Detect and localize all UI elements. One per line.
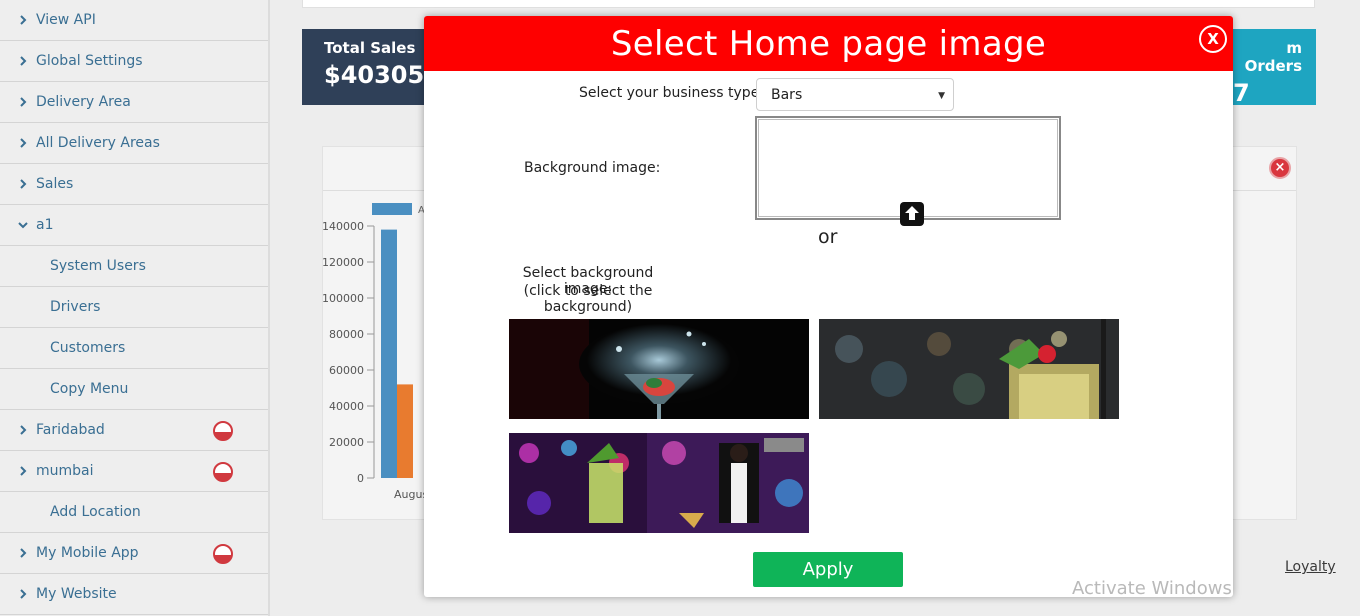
sidebar-item[interactable]: All Delivery Areas xyxy=(0,123,268,164)
chevron-right-icon xyxy=(18,589,28,599)
bar-series-2 xyxy=(397,384,413,478)
sidebar-item-label: Global Settings xyxy=(36,53,143,69)
select-background-hint: (click to select the background) xyxy=(523,283,653,315)
sidebar: View API Global Settings Delivery Area All … xyxy=(0,0,270,616)
chevron-right-icon xyxy=(18,466,28,476)
sidebar-item[interactable]: Copy Menu xyxy=(0,369,268,410)
business-type-value: Bars xyxy=(771,87,803,103)
modal-title: Select Home page image xyxy=(610,23,1047,64)
total-sales-value: $40305.1 xyxy=(324,61,451,89)
sidebar-item-label: System Users xyxy=(50,258,146,274)
sidebar-item[interactable]: mumbai xyxy=(0,451,268,492)
modal-close-button[interactable]: X xyxy=(1199,25,1227,53)
sidebar-item[interactable]: My Mobile App xyxy=(0,533,268,574)
sidebar-item[interactable]: a1 xyxy=(0,205,268,246)
background-thumbnail-splash[interactable] xyxy=(509,319,809,419)
y-tick-label: 60000 xyxy=(329,364,364,377)
legend-swatch xyxy=(372,203,412,215)
background-thumbnail-mojito[interactable] xyxy=(819,319,1119,419)
status-circle-icon xyxy=(212,461,234,483)
y-tick-label: 140000 xyxy=(322,220,364,233)
chevron-right-icon xyxy=(18,179,28,189)
sidebar-item-label: Customers xyxy=(50,340,126,356)
activate-windows-watermark: Activate Windows xyxy=(1072,578,1232,599)
bar-series-1 xyxy=(381,229,397,478)
top-card xyxy=(302,0,1315,8)
panel-close-icon[interactable]: × xyxy=(1269,157,1291,179)
upload-arrow-icon[interactable] xyxy=(900,202,924,226)
chevron-down-icon xyxy=(18,220,28,230)
modal-header: Select Home page image X xyxy=(424,16,1233,71)
total-sales-label: Total Sales xyxy=(324,39,416,57)
loyalty-link[interactable]: Loyalty xyxy=(1285,559,1336,575)
sidebar-item-label: a1 xyxy=(36,217,54,233)
status-circle-icon xyxy=(212,420,234,442)
sidebar-item-label: View API xyxy=(36,12,96,28)
sidebar-item-label: Sales xyxy=(36,176,74,192)
sidebar-item[interactable]: My Website xyxy=(0,574,268,615)
select-home-image-modal: Select Home page image X Select your bus… xyxy=(424,16,1233,597)
y-tick-label: 80000 xyxy=(329,328,364,341)
sidebar-item[interactable]: Faridabad xyxy=(0,410,268,451)
sidebar-item-label: mumbai xyxy=(36,463,94,479)
chevron-right-icon xyxy=(18,425,28,435)
sidebar-item-label: Faridabad xyxy=(36,422,105,438)
sidebar-item-label: Copy Menu xyxy=(50,381,129,397)
orders-card: m Orders 7 xyxy=(1233,29,1316,107)
chevron-right-icon xyxy=(18,56,28,66)
orders-label: m Orders xyxy=(1244,39,1302,75)
background-image-label: Background image: xyxy=(524,160,661,176)
sidebar-item-label: My Website xyxy=(36,586,117,602)
sidebar-item[interactable]: Drivers xyxy=(0,287,268,328)
orders-value: 7 xyxy=(1233,79,1250,107)
background-thumbnail-bar[interactable] xyxy=(509,433,809,533)
sidebar-item[interactable]: Customers xyxy=(0,328,268,369)
sidebar-item[interactable]: Global Settings xyxy=(0,41,268,82)
business-type-select[interactable]: Bars ▼ xyxy=(756,78,954,111)
chevron-right-icon xyxy=(18,138,28,148)
sidebar-item[interactable]: System Users xyxy=(0,246,268,287)
chevron-down-icon: ▼ xyxy=(938,91,945,101)
y-tick-label: 100000 xyxy=(322,292,364,305)
y-tick-label: 40000 xyxy=(329,400,364,413)
y-tick-label: 0 xyxy=(357,472,364,485)
business-type-label: Select your business type: xyxy=(579,85,765,101)
sidebar-item-label: Delivery Area xyxy=(36,94,131,110)
apply-button[interactable]: Apply xyxy=(753,552,903,587)
status-circle-icon xyxy=(212,543,234,565)
chevron-right-icon xyxy=(18,97,28,107)
sidebar-item-label: My Mobile App xyxy=(36,545,139,561)
sidebar-item-label: Add Location xyxy=(50,504,141,520)
or-text: or xyxy=(818,226,838,248)
y-tick-label: 120000 xyxy=(322,256,364,269)
sidebar-item[interactable]: View API xyxy=(0,0,268,41)
sidebar-item[interactable]: Sales xyxy=(0,164,268,205)
chevron-right-icon xyxy=(18,548,28,558)
sidebar-item[interactable]: Add Location xyxy=(0,492,268,533)
sidebar-item-label: Drivers xyxy=(50,299,101,315)
total-sales-card: Total Sales $40305.1 xyxy=(302,29,451,105)
sidebar-item-label: All Delivery Areas xyxy=(36,135,160,151)
chevron-right-icon xyxy=(18,15,28,25)
sidebar-item[interactable]: Delivery Area xyxy=(0,82,268,123)
y-tick-label: 20000 xyxy=(329,436,364,449)
